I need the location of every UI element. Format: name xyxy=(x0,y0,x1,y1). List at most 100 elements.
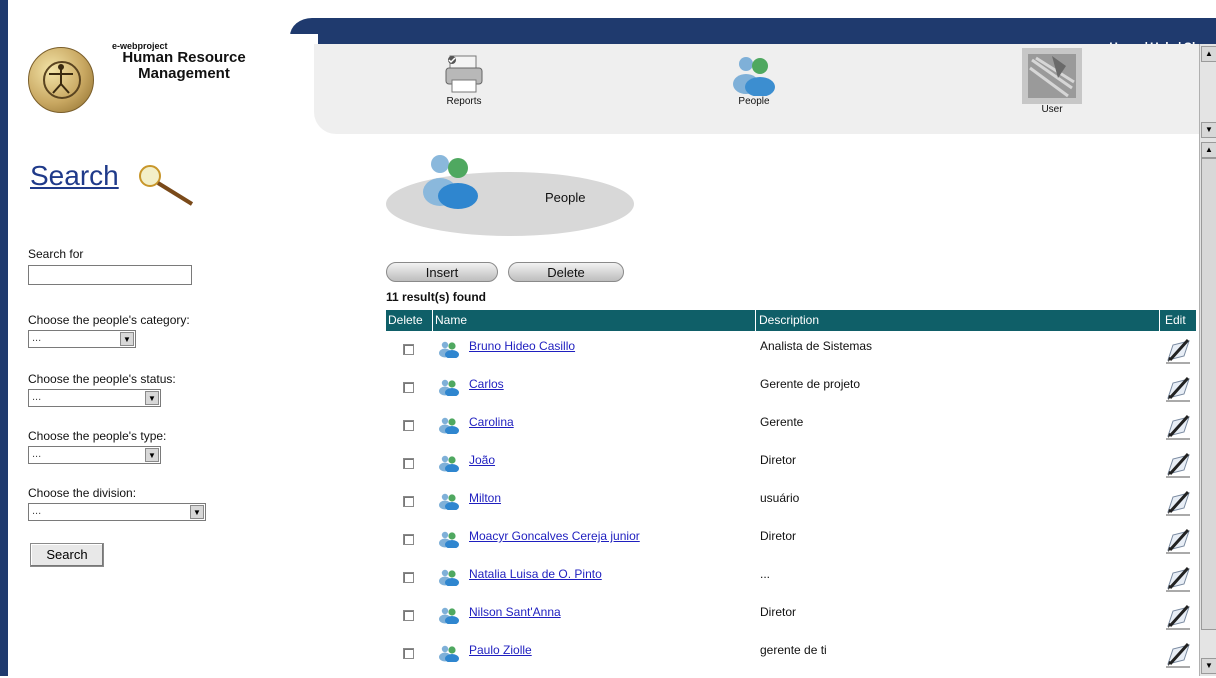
person-description: usuário xyxy=(760,491,800,505)
person-name-link[interactable]: Milton xyxy=(469,491,501,505)
status-select[interactable]: ... ▼ xyxy=(28,389,161,407)
chevron-down-icon[interactable]: ▼ xyxy=(145,448,159,462)
chevron-down-icon[interactable]: ▼ xyxy=(145,391,159,405)
table-row: Nilson Sant'Anna Diretor xyxy=(386,602,1196,640)
scroll-down-icon[interactable]: ▼ xyxy=(1201,122,1216,138)
type-label: Choose the people's type: xyxy=(28,429,167,443)
search-button[interactable]: Search xyxy=(30,543,104,567)
person-name-link[interactable]: Carlos xyxy=(469,377,504,391)
search-logo: Search xyxy=(30,158,210,208)
delete-checkbox[interactable] xyxy=(403,420,414,431)
keyboard-icon xyxy=(1022,48,1082,104)
app-title-line2: Management xyxy=(138,65,230,82)
insert-button[interactable]: Insert xyxy=(386,262,498,282)
table-row: Paulo Ziolle gerente de ti xyxy=(386,640,1196,678)
person-name-link[interactable]: João xyxy=(469,453,495,467)
division-label: Choose the division: xyxy=(28,486,137,500)
nav-label-user: User xyxy=(1041,104,1063,115)
nav-item-people[interactable]: People xyxy=(719,48,789,107)
edit-pencil-icon[interactable] xyxy=(1164,526,1192,554)
edit-pencil-icon[interactable] xyxy=(1164,412,1192,440)
category-label: Choose the people's category: xyxy=(28,313,190,327)
table-row: Milton usuário xyxy=(386,488,1196,526)
column-header-edit: Edit xyxy=(1165,313,1186,327)
app-title: Human Resource Management xyxy=(104,50,264,82)
delete-checkbox[interactable] xyxy=(403,496,414,507)
delete-checkbox[interactable] xyxy=(403,648,414,659)
delete-button[interactable]: Delete xyxy=(508,262,624,282)
person-name-link[interactable]: Paulo Ziolle xyxy=(469,643,532,657)
type-select[interactable]: ... ▼ xyxy=(28,446,161,464)
person-icon xyxy=(438,530,460,549)
delete-checkbox[interactable] xyxy=(403,534,414,545)
top-frame-scrollbar[interactable]: ▲ ▼ xyxy=(1199,44,1216,140)
scroll-thumb[interactable] xyxy=(1201,158,1216,630)
person-icon xyxy=(438,606,460,625)
person-name-link[interactable]: Moacyr Goncalves Cereja junior xyxy=(469,529,640,543)
people-icon xyxy=(733,57,775,96)
table-row: Natalia Luisa de O. Pinto... xyxy=(386,564,1196,602)
person-description: Gerente de projeto xyxy=(760,377,861,391)
delete-checkbox[interactable] xyxy=(403,382,414,393)
column-divider xyxy=(432,310,433,331)
person-icon xyxy=(438,568,460,587)
person-description: Diretor xyxy=(760,605,797,619)
category-value: ... xyxy=(32,332,42,344)
table-row: Carolina Gerente xyxy=(386,412,1196,450)
delete-checkbox[interactable] xyxy=(403,344,414,355)
edit-pencil-icon[interactable] xyxy=(1164,488,1192,516)
section-title: People xyxy=(545,190,586,205)
column-header-description: Description xyxy=(759,313,820,327)
people-section-icon xyxy=(423,155,478,209)
nav-label-reports: Reports xyxy=(446,96,482,107)
table-row: Moacyr Goncalves Cereja junior Diretor xyxy=(386,526,1196,564)
person-description: Gerente xyxy=(760,415,804,429)
main-scrollbar[interactable]: ▲ ▼ xyxy=(1199,140,1216,676)
magnifier-icon xyxy=(139,165,194,206)
edit-pencil-icon[interactable] xyxy=(1164,374,1192,402)
window-frame-left xyxy=(0,0,8,676)
person-icon xyxy=(438,378,460,397)
delete-checkbox[interactable] xyxy=(403,458,414,469)
category-select[interactable]: ... ▼ xyxy=(28,330,136,348)
person-name-link[interactable]: Nilson Sant'Anna xyxy=(469,605,561,619)
person-description: Diretor xyxy=(760,529,797,543)
person-name-link[interactable]: Natalia Luisa de O. Pinto xyxy=(469,567,602,581)
table-row: Bruno Hideo Casillo Analista de Sistemas xyxy=(386,336,1196,374)
table-row: Carlos Gerente de projeto xyxy=(386,374,1196,412)
column-divider xyxy=(1159,310,1160,331)
search-for-label: Search for xyxy=(28,247,84,261)
nav-item-reports[interactable]: Reports xyxy=(429,48,499,107)
search-heading: Search xyxy=(30,160,119,191)
column-header-name: Name xyxy=(435,313,468,327)
person-description: ... xyxy=(760,567,771,581)
edit-pencil-icon[interactable] xyxy=(1164,450,1192,478)
vitruvian-figure-icon xyxy=(49,64,73,94)
search-input[interactable] xyxy=(28,265,192,285)
edit-pencil-icon[interactable] xyxy=(1164,640,1192,668)
division-select[interactable]: ... ▼ xyxy=(28,503,206,521)
nav-item-user[interactable]: User xyxy=(1017,48,1087,115)
delete-checkbox[interactable] xyxy=(403,572,414,583)
edit-pencil-icon[interactable] xyxy=(1164,336,1192,364)
person-name-link[interactable]: Bruno Hideo Casillo xyxy=(469,339,575,353)
result-count: 11 result(s) found xyxy=(386,290,487,304)
person-icon xyxy=(438,644,460,663)
edit-pencil-icon[interactable] xyxy=(1164,602,1192,630)
nav-label-people: People xyxy=(738,96,770,107)
person-name-link[interactable]: Carolina xyxy=(469,415,514,429)
scroll-up-icon[interactable]: ▲ xyxy=(1201,46,1216,62)
chevron-down-icon[interactable]: ▼ xyxy=(190,505,204,519)
division-value: ... xyxy=(32,505,42,517)
delete-checkbox[interactable] xyxy=(403,610,414,621)
status-value: ... xyxy=(32,391,42,403)
printer-icon xyxy=(445,55,483,93)
person-icon xyxy=(438,340,460,359)
scroll-down-icon[interactable]: ▼ xyxy=(1201,658,1216,674)
person-icon xyxy=(438,454,460,473)
edit-pencil-icon[interactable] xyxy=(1164,564,1192,592)
table-row: João Diretor xyxy=(386,450,1196,488)
scroll-up-icon[interactable]: ▲ xyxy=(1201,142,1216,158)
chevron-down-icon[interactable]: ▼ xyxy=(120,332,134,346)
table-header: Delete Name Description Edit xyxy=(386,310,1196,331)
